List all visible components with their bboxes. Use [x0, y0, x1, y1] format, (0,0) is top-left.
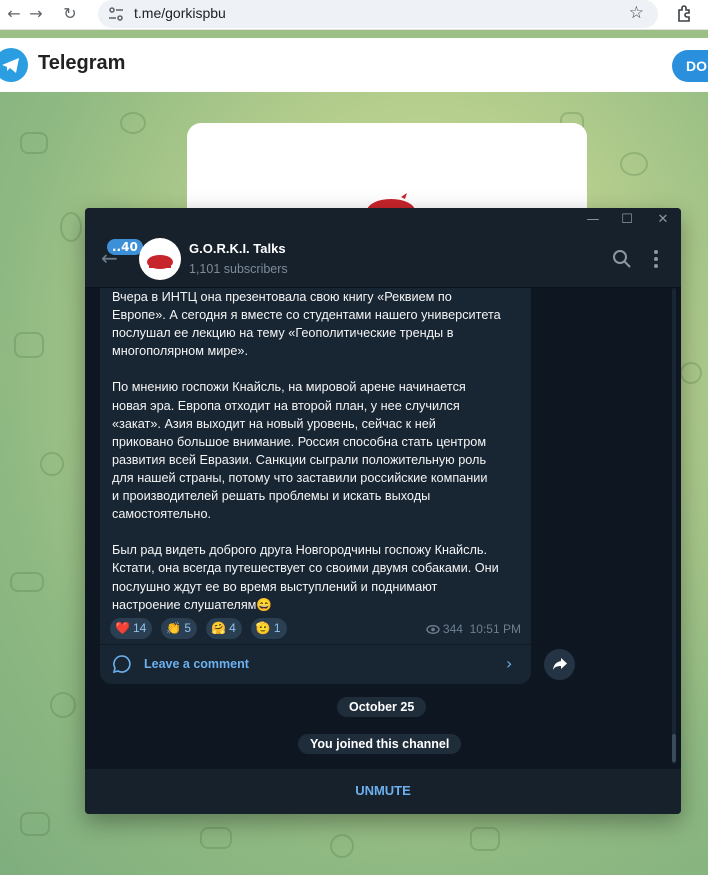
window-titlebar: — ☐ ✕: [85, 208, 681, 232]
url-text[interactable]: t.me/gorkispbu: [134, 5, 226, 21]
search-icon[interactable]: [611, 248, 633, 270]
close-button[interactable]: ✕: [653, 211, 673, 229]
reaction-hug[interactable]: 🤗 4: [206, 618, 242, 639]
reload-icon[interactable]: ↻: [58, 3, 82, 25]
comment-label[interactable]: Leave a comment: [144, 657, 249, 671]
chat-header: ← ..40 G.O.R.K.I. Talks 1,101 subscriber…: [85, 232, 681, 288]
share-arrow-icon: [552, 658, 567, 670]
heart-emoji-icon: ❤️: [115, 621, 130, 635]
browser-toolbar: ← → ↻ t.me/gorkispbu ☆: [0, 0, 708, 30]
reaction-count: 1: [273, 621, 281, 635]
back-icon[interactable]: ←: [2, 3, 26, 25]
reaction-count: 4: [229, 621, 236, 635]
service-message: You joined this channel: [298, 734, 462, 754]
post-text: Вчера в ИНТЦ она презентовала свою книгу…: [112, 290, 501, 612]
date-separator: October 25: [337, 697, 427, 717]
site-settings-icon[interactable]: [108, 6, 124, 22]
reaction-count: 14: [132, 621, 147, 635]
reaction-salute[interactable]: 🫡 1: [250, 618, 287, 639]
site-title[interactable]: Telegram: [38, 52, 125, 75]
post-meta: 344 10:51 PM: [426, 622, 521, 636]
scrollbar-track: [672, 288, 676, 764]
share-button[interactable]: [544, 649, 575, 680]
reaction-count: 5: [184, 621, 192, 635]
channel-post: Вчера в ИНТЦ она презентовала свою книгу…: [100, 288, 531, 684]
scrollbar-thumb[interactable]: [672, 734, 676, 762]
kebab-menu-icon[interactable]: [651, 248, 661, 270]
telegram-app-window: — ☐ ✕ ← ..40 G.O.R.K.I. Talks 1,101 subs…: [85, 208, 681, 814]
reaction-clap[interactable]: 👏 5: [161, 618, 198, 639]
salute-emoji-icon: 🫡: [255, 621, 271, 635]
download-button[interactable]: DO: [672, 50, 708, 82]
bookmark-star-icon[interactable]: ☆: [629, 3, 644, 23]
telegram-logo-icon[interactable]: [0, 48, 28, 82]
forward-icon[interactable]: →: [24, 3, 48, 25]
leave-comment-button[interactable]: Leave a comment ›: [100, 645, 531, 683]
minimize-button[interactable]: —: [583, 211, 603, 229]
avatar[interactable]: [139, 238, 181, 280]
reactions-bar: ❤️ 14 👏 5 🤗 4 🫡 1: [110, 617, 291, 639]
extensions-icon[interactable]: [674, 3, 696, 25]
post-time: 10:51 PM: [469, 622, 521, 636]
channel-name[interactable]: G.O.R.K.I. Talks: [189, 241, 286, 256]
unread-badge[interactable]: ..40: [107, 239, 143, 255]
chevron-right-icon[interactable]: ›: [506, 654, 512, 673]
address-bar[interactable]: t.me/gorkispbu ☆: [98, 0, 658, 28]
telegram-site-header: Telegram DO: [0, 38, 708, 92]
unmute-button[interactable]: UNMUTE: [85, 783, 681, 798]
comment-bubble-icon: [112, 655, 131, 674]
view-count: 344: [442, 622, 463, 636]
hug-emoji-icon: 🤗: [211, 621, 227, 635]
chat-footer: UNMUTE: [85, 769, 681, 814]
clap-emoji-icon: 👏: [166, 621, 182, 635]
maximize-button[interactable]: ☐: [617, 211, 637, 229]
subscriber-count: 1,101 subscribers: [189, 262, 288, 276]
eye-icon: [426, 625, 440, 635]
reaction-heart[interactable]: ❤️ 14: [110, 618, 153, 639]
